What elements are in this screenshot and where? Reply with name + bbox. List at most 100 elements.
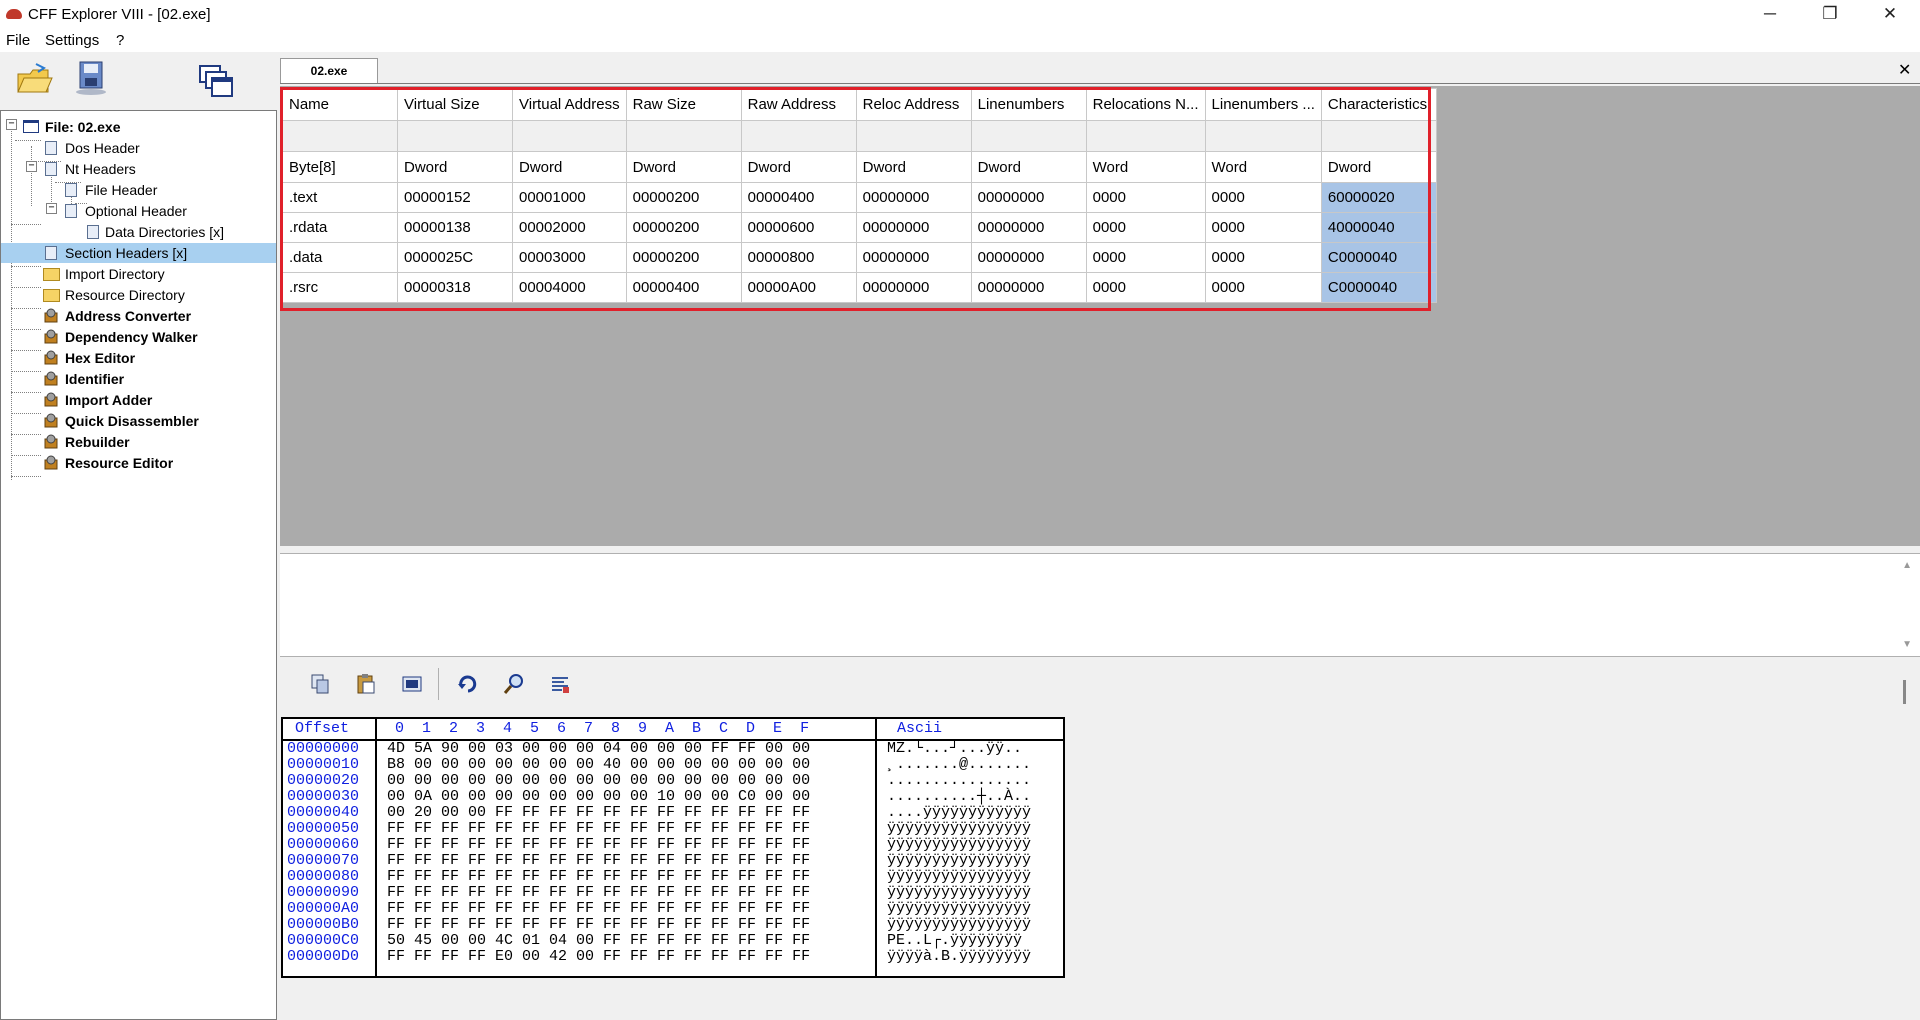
save-disk-icon[interactable] bbox=[72, 58, 112, 98]
column-header[interactable]: Raw Address bbox=[740, 88, 857, 121]
tab-02-exe[interactable]: 02.exe bbox=[280, 58, 378, 84]
table-cell[interactable]: 00000152 bbox=[397, 182, 513, 213]
hex-ascii[interactable]: ................ bbox=[887, 773, 1031, 789]
column-header[interactable]: Linenumbers ... bbox=[1204, 88, 1322, 121]
table-cell[interactable]: 00004000 bbox=[512, 272, 627, 303]
hex-ascii[interactable]: ..........┼..À.. bbox=[887, 789, 1031, 805]
hex-ascii[interactable]: ÿÿÿÿÿÿÿÿÿÿÿÿÿÿÿÿ bbox=[887, 869, 1031, 885]
tree-item-section-headers[interactable]: Section Headers [x] bbox=[1, 243, 276, 263]
hex-bytes[interactable]: 4D 5A 90 00 03 00 00 00 04 00 00 00 FF F… bbox=[387, 741, 810, 757]
tree-item-rebuilder[interactable]: Rebuilder bbox=[41, 432, 130, 452]
select-block-icon[interactable] bbox=[400, 672, 424, 696]
tree-item-identifier[interactable]: Identifier bbox=[41, 369, 124, 389]
tree-item-resource-directory[interactable]: Resource Directory bbox=[41, 285, 185, 305]
hex-bytes[interactable]: 50 45 00 00 4C 01 04 00 FF FF FF FF FF F… bbox=[387, 933, 810, 949]
table-cell[interactable]: .rsrc bbox=[282, 272, 398, 303]
table-cell[interactable]: 0000 bbox=[1204, 242, 1322, 273]
collapse-toggle[interactable]: − bbox=[26, 161, 37, 172]
table-cell[interactable]: 00000138 bbox=[397, 212, 513, 243]
table-cell[interactable]: 40000040 bbox=[1320, 212, 1437, 243]
table-row[interactable]: .text 00000152 00001000 00000200 0000040… bbox=[282, 182, 1437, 213]
open-folder-icon[interactable] bbox=[14, 60, 54, 100]
table-cell[interactable]: 00000800 bbox=[740, 242, 857, 273]
hex-bytes[interactable]: B8 00 00 00 00 00 00 00 40 00 00 00 00 0… bbox=[387, 757, 810, 773]
hex-ascii[interactable]: MZ.└...┘...ÿÿ.. bbox=[887, 741, 1022, 757]
menu-settings[interactable]: Settings bbox=[45, 32, 99, 49]
menu-file[interactable]: File bbox=[6, 32, 30, 49]
table-cell[interactable]: .rdata bbox=[282, 212, 398, 243]
tree-item-address-converter[interactable]: Address Converter bbox=[41, 306, 191, 326]
table-cell[interactable]: 00000200 bbox=[625, 242, 742, 273]
table-cell[interactable]: 00001000 bbox=[512, 182, 627, 213]
table-cell[interactable]: 00000A00 bbox=[740, 272, 857, 303]
table-row[interactable]: .rdata 00000138 00002000 00000200 000006… bbox=[282, 212, 1437, 243]
table-row[interactable]: .rsrc 00000318 00004000 00000400 00000A0… bbox=[282, 272, 1437, 303]
hex-bytes[interactable]: FF FF FF FF FF FF FF FF FF FF FF FF FF F… bbox=[387, 821, 810, 837]
tree-item-file[interactable]: File: 02.exe bbox=[21, 117, 121, 137]
column-header[interactable]: Virtual Size bbox=[397, 88, 513, 121]
collapse-toggle[interactable]: − bbox=[6, 119, 17, 130]
table-cell[interactable]: 0000 bbox=[1085, 212, 1206, 243]
hex-bytes[interactable]: FF FF FF FF FF FF FF FF FF FF FF FF FF F… bbox=[387, 853, 810, 869]
tree-item-nt-headers[interactable]: Nt Headers bbox=[41, 159, 136, 179]
collapse-toggle[interactable]: − bbox=[46, 203, 57, 214]
windows-icon[interactable] bbox=[196, 62, 236, 102]
tree-item-data-directories[interactable]: Data Directories [x] bbox=[81, 222, 224, 242]
section-headers-table[interactable]: Name Virtual Size Virtual Address Raw Si… bbox=[282, 88, 1437, 303]
column-header[interactable]: Linenumbers bbox=[970, 88, 1087, 121]
table-cell[interactable]: 00000200 bbox=[625, 182, 742, 213]
table-cell[interactable]: 0000 bbox=[1204, 212, 1322, 243]
table-cell[interactable]: 00000000 bbox=[855, 272, 972, 303]
hex-ascii[interactable]: ÿÿÿÿÿÿÿÿÿÿÿÿÿÿÿÿ bbox=[887, 917, 1031, 933]
hex-bytes[interactable]: 00 20 00 00 FF FF FF FF FF FF FF FF FF F… bbox=[387, 805, 810, 821]
hex-ascii[interactable]: ÿÿÿÿÿÿÿÿÿÿÿÿÿÿÿÿ bbox=[887, 853, 1031, 869]
hex-bytes[interactable]: 00 0A 00 00 00 00 00 00 00 00 10 00 00 C… bbox=[387, 789, 810, 805]
table-cell[interactable]: 0000025C bbox=[397, 242, 513, 273]
table-cell[interactable]: 0000 bbox=[1085, 272, 1206, 303]
hex-bytes[interactable]: FF FF FF FF FF FF FF FF FF FF FF FF FF F… bbox=[387, 885, 810, 901]
table-cell[interactable]: 0000 bbox=[1204, 182, 1322, 213]
table-cell[interactable]: 00002000 bbox=[512, 212, 627, 243]
table-cell[interactable]: 00000000 bbox=[970, 272, 1087, 303]
hex-bytes[interactable]: 00 00 00 00 00 00 00 00 00 00 00 00 00 0… bbox=[387, 773, 810, 789]
table-cell[interactable]: 00000000 bbox=[855, 182, 972, 213]
hex-ascii[interactable]: ÿÿÿÿÿÿÿÿÿÿÿÿÿÿÿÿ bbox=[887, 901, 1031, 917]
table-cell[interactable]: .text bbox=[282, 182, 398, 213]
hex-ascii[interactable]: ÿÿÿÿÿÿÿÿÿÿÿÿÿÿÿÿ bbox=[887, 837, 1031, 853]
hex-ascii[interactable]: ÿÿÿÿÿÿÿÿÿÿÿÿÿÿÿÿ bbox=[887, 821, 1031, 837]
hex-ascii[interactable]: ....ÿÿÿÿÿÿÿÿÿÿÿÿ bbox=[887, 805, 1031, 821]
tree-item-file-header[interactable]: File Header bbox=[61, 180, 157, 200]
table-cell[interactable]: 00000000 bbox=[970, 212, 1087, 243]
hex-bytes[interactable]: FF FF FF FF FF FF FF FF FF FF FF FF FF F… bbox=[387, 901, 810, 917]
column-header[interactable]: Raw Size bbox=[625, 88, 742, 121]
table-cell[interactable]: C0000040 bbox=[1320, 272, 1437, 303]
tree-item-dependency-walker[interactable]: Dependency Walker bbox=[41, 327, 198, 347]
tree-item-optional-header[interactable]: Optional Header bbox=[61, 201, 187, 221]
navigation-tree[interactable]: − − − File: 02.exe Dos Header Nt Headers… bbox=[0, 110, 277, 1020]
options-icon[interactable] bbox=[548, 672, 572, 696]
table-cell[interactable]: 00000000 bbox=[970, 182, 1087, 213]
hex-bytes[interactable]: FF FF FF FF E0 00 42 00 FF FF FF FF FF F… bbox=[387, 949, 810, 965]
tree-item-dos-header[interactable]: Dos Header bbox=[41, 138, 140, 158]
scroll-up-arrow-icon[interactable]: ▲ bbox=[1902, 560, 1912, 571]
hex-ascii[interactable]: ¸.......@....... bbox=[887, 757, 1031, 773]
column-header[interactable]: Reloc Address bbox=[855, 88, 972, 121]
table-cell[interactable]: 00000000 bbox=[855, 242, 972, 273]
tree-item-import-directory[interactable]: Import Directory bbox=[41, 264, 165, 284]
hex-bytes[interactable]: FF FF FF FF FF FF FF FF FF FF FF FF FF F… bbox=[387, 917, 810, 933]
table-cell[interactable]: 0000 bbox=[1085, 242, 1206, 273]
column-header[interactable]: Virtual Address bbox=[512, 88, 627, 121]
menu-help[interactable]: ? bbox=[116, 32, 124, 49]
minimize-button[interactable]: ─ bbox=[1740, 0, 1800, 30]
table-cell[interactable]: 00000318 bbox=[397, 272, 513, 303]
hex-bytes[interactable]: FF FF FF FF FF FF FF FF FF FF FF FF FF F… bbox=[387, 869, 810, 885]
restore-button[interactable]: ❐ bbox=[1800, 0, 1860, 30]
table-cell[interactable]: C0000040 bbox=[1320, 242, 1437, 273]
hex-ascii[interactable]: PE..L┌.ÿÿÿÿÿÿÿÿ bbox=[887, 933, 1022, 949]
goto-icon[interactable] bbox=[456, 672, 480, 696]
close-tab-button[interactable]: ✕ bbox=[1898, 60, 1911, 80]
column-header[interactable]: Characteristics bbox=[1320, 88, 1437, 121]
tree-item-hex-editor[interactable]: Hex Editor bbox=[41, 348, 135, 368]
tree-item-import-adder[interactable]: Import Adder bbox=[41, 390, 152, 410]
table-cell[interactable]: 00000000 bbox=[970, 242, 1087, 273]
